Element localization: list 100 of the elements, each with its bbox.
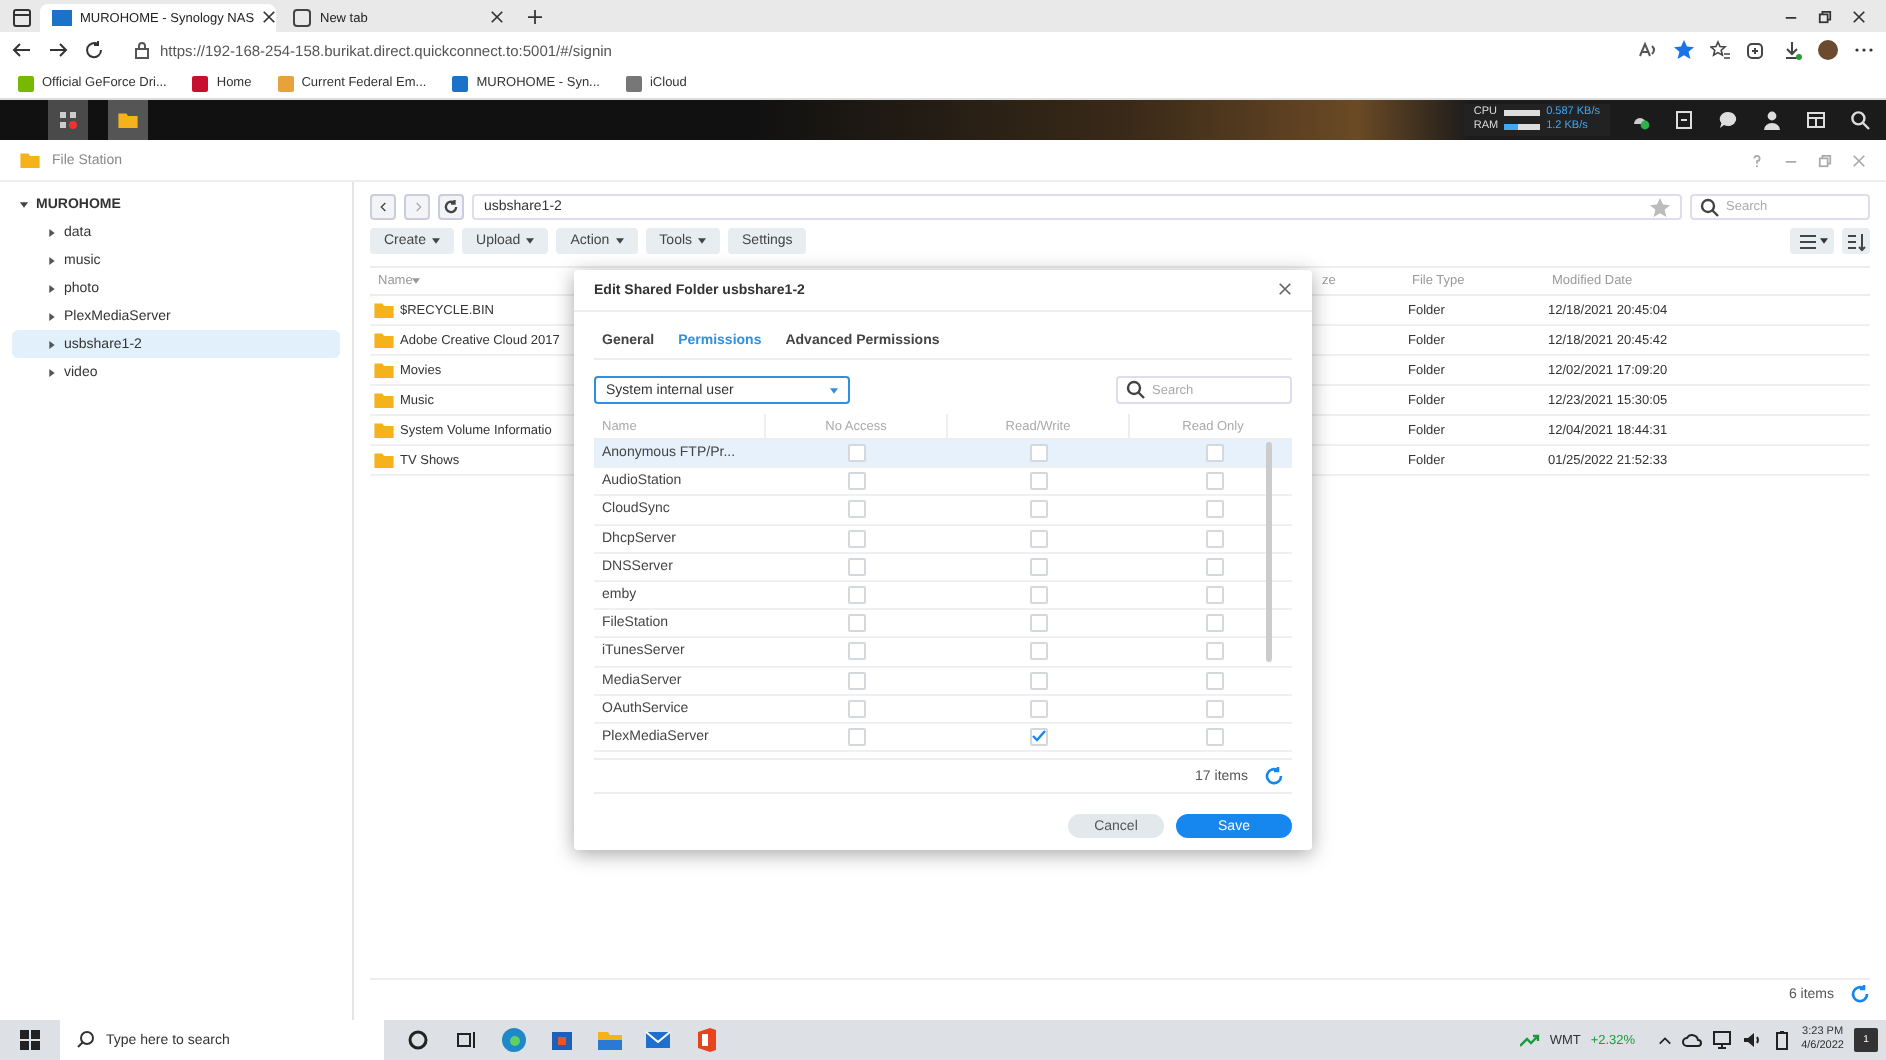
- read-aloud-icon[interactable]: [1638, 40, 1658, 60]
- windows-start-icon[interactable]: [20, 1030, 40, 1050]
- permission-checkbox[interactable]: [1030, 614, 1048, 633]
- collapsed-caret-icon[interactable]: [48, 227, 56, 237]
- permission-checkbox[interactable]: [848, 642, 866, 661]
- permission-checkbox[interactable]: [1205, 500, 1223, 519]
- permission-checkbox[interactable]: [1205, 642, 1223, 661]
- permission-checkbox[interactable]: [848, 586, 866, 605]
- search-icon: [1126, 380, 1146, 400]
- permission-checkbox[interactable]: [1205, 699, 1223, 718]
- refresh-icon: [444, 200, 458, 214]
- view-mode-button[interactable]: [1790, 228, 1834, 254]
- expanded-caret-icon[interactable]: [20, 199, 28, 209]
- permission-checkbox[interactable]: [1030, 727, 1048, 746]
- permission-checkbox[interactable]: [1030, 699, 1048, 718]
- permission-checkbox[interactable]: [1030, 642, 1048, 661]
- store-icon[interactable]: [548, 1026, 576, 1054]
- collapsed-caret-icon[interactable]: [48, 311, 56, 321]
- permission-checkbox[interactable]: [1030, 500, 1048, 519]
- collapsed-caret-icon[interactable]: [48, 367, 56, 377]
- permission-checkbox[interactable]: [848, 500, 866, 519]
- new-tab-icon[interactable]: [528, 9, 542, 23]
- close-icon[interactable]: [262, 9, 277, 23]
- collapsed-caret-icon[interactable]: [48, 339, 56, 349]
- caret-icon: [432, 238, 441, 244]
- permission-checkbox[interactable]: [848, 671, 866, 690]
- main-menu-icon[interactable]: [48, 100, 88, 140]
- bookmark-icon: [275, 73, 296, 93]
- close-icon[interactable]: [1852, 9, 1866, 23]
- permission-checkbox[interactable]: [1205, 444, 1223, 463]
- permission-checkbox[interactable]: [848, 699, 866, 718]
- permission-checkbox[interactable]: [1030, 557, 1048, 576]
- forward-icon[interactable]: [48, 40, 68, 60]
- permission-checkbox[interactable]: [848, 444, 866, 463]
- caret-icon: [412, 278, 421, 284]
- permission-checkbox[interactable]: [1205, 671, 1223, 690]
- office-icon[interactable]: [692, 1026, 720, 1054]
- collections-icon[interactable]: [1746, 40, 1766, 60]
- tab-actions-icon[interactable]: [12, 8, 32, 28]
- search-icon: [76, 1030, 96, 1050]
- bookmark-icon: [190, 73, 211, 93]
- close-icon[interactable]: [490, 9, 504, 23]
- download-icon[interactable]: [1782, 40, 1802, 60]
- browser-icon[interactable]: [500, 1026, 528, 1054]
- help-icon[interactable]: [1750, 153, 1764, 167]
- collapsed-caret-icon[interactable]: [48, 255, 56, 265]
- mail-icon[interactable]: [644, 1026, 672, 1054]
- permission-checkbox[interactable]: [848, 472, 866, 491]
- folder-icon[interactable]: [596, 1026, 624, 1054]
- chevron-up-icon[interactable]: [1657, 1033, 1672, 1047]
- bookmark-icon: [16, 73, 36, 93]
- caret-icon: [526, 238, 535, 244]
- permission-checkbox[interactable]: [1205, 614, 1223, 633]
- permission-checkbox[interactable]: [848, 557, 866, 576]
- star-icon[interactable]: [1650, 197, 1670, 217]
- task-view-icon[interactable]: [452, 1026, 480, 1054]
- bookmark-icon: [623, 73, 644, 93]
- permission-checkbox[interactable]: [848, 727, 866, 746]
- profile-avatar[interactable]: [1818, 40, 1838, 60]
- permission-checkbox[interactable]: [1205, 727, 1223, 746]
- sort-button[interactable]: [1842, 228, 1870, 254]
- battery-icon[interactable]: [1771, 1030, 1792, 1050]
- permission-checkbox[interactable]: [1205, 586, 1223, 605]
- permission-checkbox[interactable]: [1205, 529, 1223, 548]
- collapsed-caret-icon[interactable]: [48, 283, 56, 293]
- bookmark-icon: [450, 73, 471, 93]
- chat-icon[interactable]: [1718, 110, 1738, 130]
- file-station-taskbar-icon[interactable]: [108, 100, 148, 140]
- lock-icon: [132, 40, 152, 60]
- user-icon[interactable]: [1762, 110, 1782, 130]
- widgets-icon[interactable]: [1806, 110, 1826, 130]
- star-icon[interactable]: [1674, 40, 1694, 60]
- close-icon[interactable]: [1278, 281, 1292, 295]
- favorites-icon[interactable]: [1710, 40, 1730, 60]
- permission-checkbox[interactable]: [1205, 472, 1223, 491]
- caret-icon: [1819, 238, 1827, 244]
- app-icon: [20, 152, 40, 168]
- permission-checkbox[interactable]: [1030, 444, 1048, 463]
- back-icon[interactable]: [12, 40, 32, 60]
- back-button[interactable]: [370, 194, 396, 220]
- permission-checkbox[interactable]: [1205, 557, 1223, 576]
- refresh-icon[interactable]: [84, 40, 104, 60]
- circle-icon[interactable]: [404, 1026, 432, 1054]
- trend-up-icon: [1519, 1030, 1540, 1050]
- cloud-icon[interactable]: [1681, 1030, 1702, 1050]
- network-icon[interactable]: [1711, 1030, 1732, 1050]
- site-icon: [52, 8, 72, 28]
- search-icon[interactable]: [1850, 110, 1870, 130]
- refresh-button[interactable]: [438, 194, 464, 220]
- volume-icon[interactable]: [1741, 1030, 1762, 1050]
- sort-icon: [1846, 231, 1866, 251]
- permission-checkbox[interactable]: [1030, 586, 1048, 605]
- forward-icon: [413, 202, 421, 212]
- restore-icon[interactable]: [1818, 9, 1832, 23]
- permission-checkbox[interactable]: [1030, 671, 1048, 690]
- permission-checkbox[interactable]: [848, 529, 866, 548]
- permission-checkbox[interactable]: [848, 614, 866, 633]
- notification-icon[interactable]: [1674, 110, 1694, 130]
- permission-checkbox[interactable]: [1030, 529, 1048, 548]
- permission-checkbox[interactable]: [1030, 472, 1048, 491]
